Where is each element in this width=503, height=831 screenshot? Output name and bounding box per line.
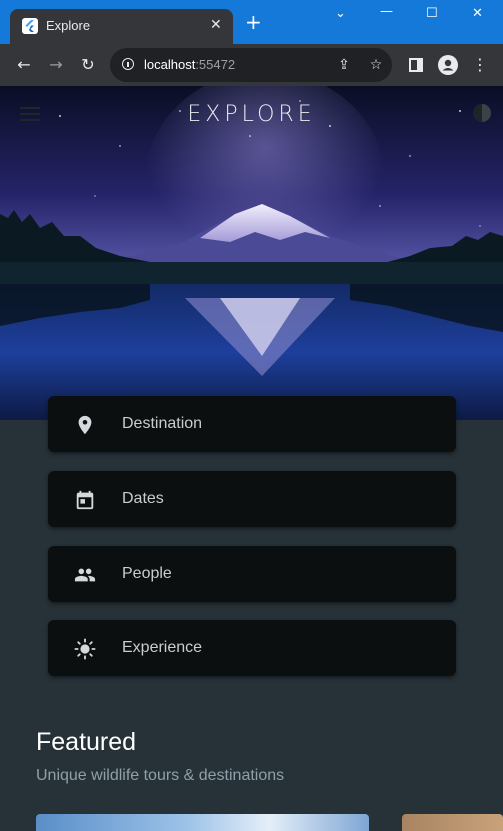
maximize-icon[interactable]: ☐	[426, 6, 438, 21]
app-viewport: EXPLORE Destination Dates People Experie…	[0, 86, 503, 831]
browser-titlebar: Explore ✕ + ⌄ — ☐ ✕	[0, 0, 503, 44]
tab-search-chevron-icon[interactable]: ⌄	[335, 6, 346, 21]
kebab-menu-icon[interactable]: ⋮	[468, 53, 492, 77]
bookmark-star-icon[interactable]: ☆	[366, 55, 386, 75]
option-label: People	[122, 565, 172, 582]
featured-heading: Featured	[36, 728, 137, 756]
minimize-icon[interactable]: —	[380, 4, 393, 19]
option-label: Experience	[122, 639, 203, 656]
featured-subtitle: Unique wildlife tours & destinations	[36, 767, 285, 784]
experience-option-button[interactable]: Experience	[48, 620, 456, 676]
url-text: localhost:55472	[144, 57, 236, 72]
hero-mountain-lake-image	[0, 86, 503, 420]
forward-arrow-icon[interactable]: →	[44, 53, 68, 77]
option-label: Dates	[122, 490, 164, 507]
featured-card-1[interactable]	[36, 814, 369, 831]
address-bar[interactable]: localhost:55472 ⇪ ☆	[110, 48, 392, 82]
tab-close-icon[interactable]: ✕	[210, 17, 222, 33]
share-icon[interactable]: ⇪	[334, 55, 354, 75]
app-title: EXPLORE	[187, 102, 316, 127]
calendar-icon	[74, 489, 96, 511]
sidebar-icon[interactable]	[404, 53, 428, 77]
theme-toggle-icon[interactable]	[473, 104, 491, 122]
people-icon	[74, 564, 96, 586]
browser-toolbar: ← → ↻ localhost:55472 ⇪ ☆ ⋮	[0, 44, 503, 86]
featured-card-2[interactable]	[402, 814, 503, 831]
reload-icon[interactable]: ↻	[76, 53, 100, 77]
browser-tab[interactable]: Explore ✕	[10, 9, 233, 44]
back-arrow-icon[interactable]: ←	[12, 53, 36, 77]
destination-option-button[interactable]: Destination	[48, 396, 456, 452]
people-option-button[interactable]: People	[48, 546, 456, 602]
sun-icon	[74, 638, 96, 660]
flutter-logo-icon	[22, 18, 38, 34]
window-close-icon[interactable]: ✕	[472, 6, 483, 21]
option-label: Destination	[122, 415, 203, 432]
new-tab-plus-icon[interactable]: +	[245, 12, 262, 32]
dates-option-button[interactable]: Dates	[48, 471, 456, 527]
site-info-icon[interactable]	[122, 58, 134, 70]
location-pin-icon	[74, 414, 96, 436]
tab-title: Explore	[46, 18, 91, 33]
profile-icon[interactable]	[436, 53, 460, 77]
